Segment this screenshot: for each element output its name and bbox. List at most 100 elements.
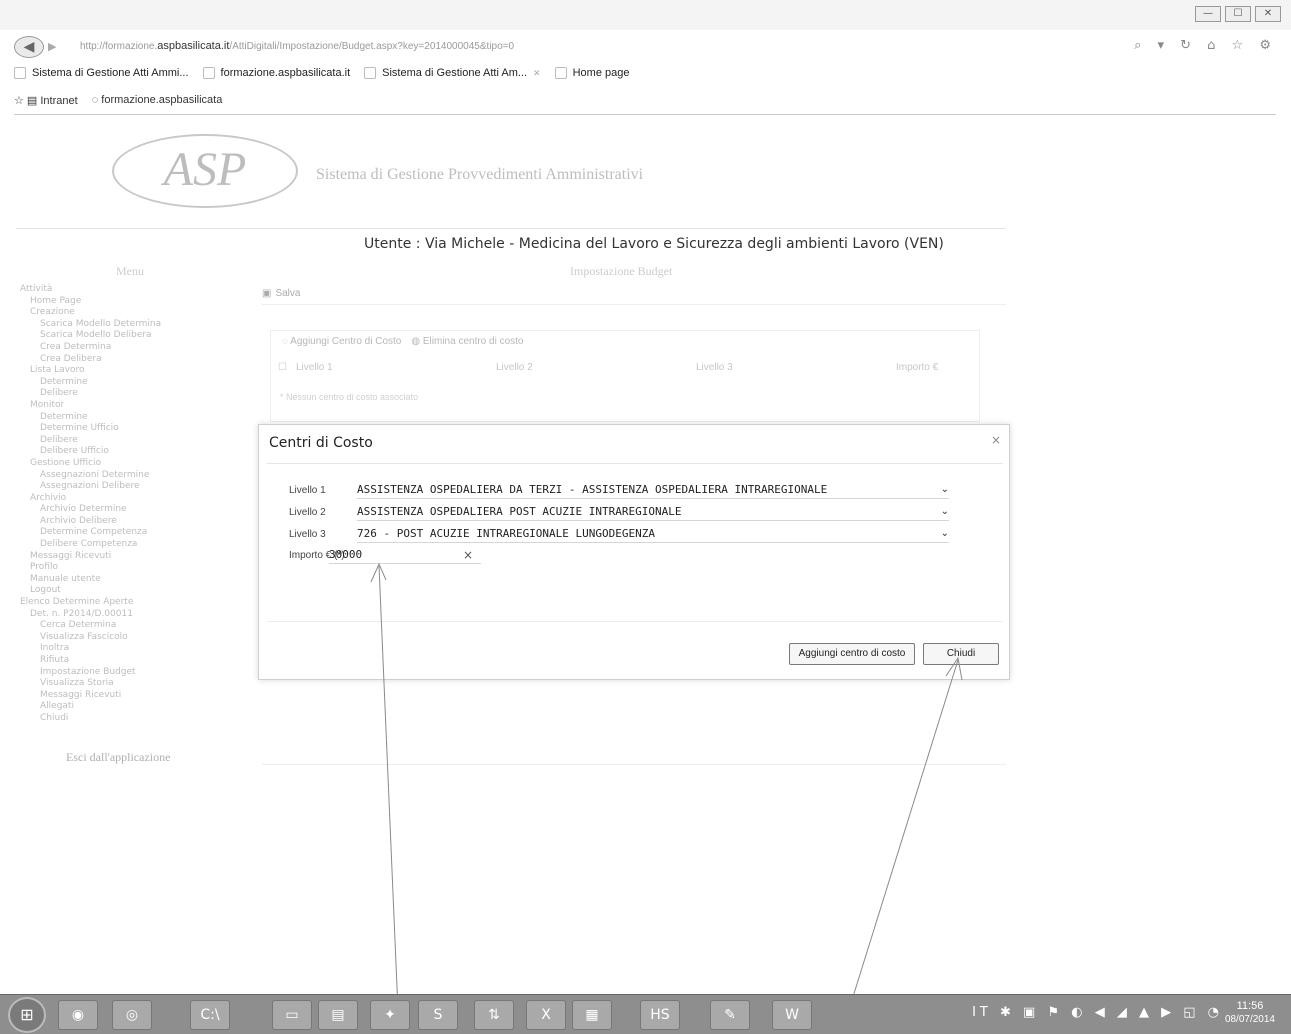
sidebar-item[interactable]: Crea Delibera (20, 354, 220, 366)
taskbar-file-icon[interactable]: ▤ (318, 1000, 358, 1030)
sidebar-item[interactable]: Logout (20, 585, 220, 597)
tab-3[interactable]: Sistema di Gestione Atti Am... ✕ (364, 67, 541, 79)
sidebar-item[interactable]: Determine (20, 412, 220, 424)
taskbar-game-icon[interactable]: ▦ (572, 1000, 612, 1030)
maximize-button[interactable]: ☐ (1225, 6, 1251, 22)
sidebar-item[interactable]: Monitor (20, 400, 220, 412)
taskbar-puzzle-icon[interactable]: ✦ (370, 1000, 410, 1030)
tab-strip: Sistema di Gestione Atti Ammi... formazi… (0, 62, 1291, 84)
sidebar-item[interactable]: Rifiuta (20, 655, 220, 667)
select-value: ASSISTENZA OSPEDALIERA DA TERZI - ASSIST… (357, 483, 828, 496)
sidebar-item[interactable]: Determine Competenza (20, 527, 220, 539)
dialog-title: Centri di Costo (269, 435, 373, 451)
sidebar-item[interactable]: Assegnazioni Delibere (20, 481, 220, 493)
divider (267, 463, 1003, 464)
sidebar-item[interactable]: Chiudi (20, 713, 220, 725)
sidebar-item[interactable]: Messaggi Ricevuti (20, 551, 220, 563)
language-indicator[interactable]: IT (972, 1005, 992, 1020)
tab-2[interactable]: formazione.aspbasilicata.it (202, 67, 350, 79)
sidebar-item[interactable]: Assegnazioni Determine (20, 470, 220, 482)
sidebar-item[interactable]: Scarica Modello Delibera (20, 330, 220, 342)
sidebar-item[interactable]: Cerca Determina (20, 620, 220, 632)
divider (262, 304, 1006, 305)
sidebar-item[interactable]: Delibere Ufficio (20, 446, 220, 458)
sidebar-item[interactable]: Profilo (20, 562, 220, 574)
favorite-formazione[interactable]: ◌ formazione.aspbasilicata (92, 94, 223, 107)
level-1-select[interactable]: ASSISTENZA OSPEDALIERA DA TERZI - ASSIST… (357, 481, 949, 499)
sidebar-item[interactable]: Delibere (20, 388, 220, 400)
amount-input[interactable]: 30000 × (329, 546, 481, 564)
sidebar-item[interactable]: Crea Determina (20, 342, 220, 354)
clear-icon[interactable]: × (463, 546, 473, 564)
favorite-intranet[interactable]: ☆ ▤ Intranet (14, 94, 78, 107)
exit-link[interactable]: Esci dall'applicazione (66, 750, 170, 765)
taskbar-app-icon[interactable]: S (418, 1000, 458, 1030)
taskbar-tools-icon[interactable]: ✎ (710, 1000, 750, 1030)
level-3-select[interactable]: 726 - POST ACUZIE INTRAREGIONALE LUNGODE… (357, 525, 949, 543)
close-window-button[interactable]: ✕ (1255, 6, 1281, 22)
tab-label: Sistema di Gestione Atti Ammi... (32, 67, 189, 79)
sidebar-item[interactable]: Creazione (20, 307, 220, 319)
sidebar-item[interactable]: Archivio (20, 493, 220, 505)
add-cost-center-link[interactable]: ◌ Aggiungi Centro di Costo (282, 336, 401, 347)
sidebar-item[interactable]: Allegati (20, 701, 220, 713)
save-button[interactable]: ▣ Salva (262, 288, 300, 299)
chevron-down-icon: ⌄ (940, 506, 949, 517)
sidebar-item[interactable]: Home Page (20, 296, 220, 308)
start-button[interactable]: ⊞ (8, 997, 46, 1033)
level-2-label: Livello 2 (289, 506, 326, 518)
sidebar-item[interactable]: Manuale utente (20, 574, 220, 586)
sidebar-item[interactable]: Archivio Delibere (20, 516, 220, 528)
taskbar-chrome-icon[interactable]: ◎ (112, 1000, 152, 1030)
taskbar-word-icon[interactable]: W (772, 1000, 812, 1030)
address-bar-icons[interactable]: ⌕ ▾ ↻ ⌂ ☆ ⚙ (1134, 38, 1277, 53)
forward-button[interactable]: ▶ (48, 40, 56, 53)
back-button[interactable]: ◀ (14, 36, 44, 58)
clock-date: 08/07/2014 (1224, 1014, 1275, 1025)
sidebar-item[interactable]: Inoltra (20, 643, 220, 655)
taskbar-hs-icon[interactable]: HS (640, 1000, 680, 1030)
minimize-button[interactable]: — (1195, 6, 1221, 22)
divider (16, 228, 1006, 229)
sidebar-item[interactable]: Impostazione Budget (20, 667, 220, 679)
tab-close-icon[interactable]: ✕ (533, 68, 541, 79)
sidebar-item[interactable]: Archivio Determine (20, 504, 220, 516)
sidebar-item[interactable]: Determine (20, 377, 220, 389)
amount-label: Importo € (*) (289, 549, 345, 561)
user-info: Utente : Via Michele - Medicina del Lavo… (364, 236, 944, 252)
taskbar-word-doc-icon[interactable]: X (526, 1000, 566, 1030)
sidebar-item[interactable]: Visualizza Storia (20, 678, 220, 690)
sidebar-item[interactable]: Det. n. P2014/D.00011 (20, 609, 220, 621)
sidebar-item[interactable]: Determine Ufficio (20, 423, 220, 435)
level-2-select[interactable]: ASSISTENZA OSPEDALIERA POST ACUZIE INTRA… (357, 503, 949, 521)
sidebar-item[interactable]: Delibere Competenza (20, 539, 220, 551)
address-bar[interactable]: http://formazione.aspbasilicata.it/AttiD… (80, 40, 514, 52)
taskbar-excel-icon[interactable]: ⇅ (474, 1000, 514, 1030)
favorites-bar: ☆ ▤ Intranet ◌ formazione.aspbasilicata (14, 94, 222, 107)
select-all-checkbox[interactable]: ☐ (278, 362, 287, 373)
sidebar-item[interactable]: Lista Lavoro (20, 365, 220, 377)
taskbar-firefox-icon[interactable]: ◉ (58, 1000, 98, 1030)
app-title: Sistema di Gestione Provvedimenti Ammini… (316, 166, 644, 183)
close-button[interactable]: Chiudi (923, 643, 999, 665)
taskbar-explorer-icon[interactable]: ▭ (272, 1000, 312, 1030)
tab-1[interactable]: Sistema di Gestione Atti Ammi... (14, 67, 189, 79)
sidebar-item: Attività (20, 284, 53, 294)
amount-row: Importo € (*) (289, 546, 345, 564)
sidebar-item[interactable]: Gestione Ufficio (20, 458, 220, 470)
remove-cost-center-link[interactable]: ◍ Elimina centro di costo (411, 336, 523, 347)
taskbar: ⊞ ◉ ◎ C:\ ▭ ▤ ✦ S ⇅ X ▦ HS ✎ W IT ✱ ▣ ⚑ ◐ ◀ ◢ ▲ ▶ ◱ … (0, 994, 1291, 1034)
taskbar-cmd-icon[interactable]: C:\ (190, 1000, 230, 1030)
divider (267, 621, 1003, 622)
favicon-icon (14, 67, 26, 79)
tab-4[interactable]: Home page (554, 67, 629, 79)
system-tray[interactable]: IT ✱ ▣ ⚑ ◐ ◀ ◢ ▲ ▶ ◱ ◔ (972, 1005, 1223, 1020)
system-clock[interactable]: 11:56 08/07/2014 (1225, 999, 1275, 1027)
sidebar-item[interactable]: Messaggi Ricevuti (20, 690, 220, 702)
sidebar-item[interactable]: Delibere (20, 435, 220, 447)
close-icon[interactable]: × (991, 433, 1001, 447)
favicon-icon (364, 67, 377, 79)
sidebar-item[interactable]: Visualizza Fascicolo (20, 632, 220, 644)
sidebar-item[interactable]: Scarica Modello Determina (20, 319, 220, 331)
add-cost-center-button[interactable]: Aggiungi centro di costo (789, 643, 915, 665)
